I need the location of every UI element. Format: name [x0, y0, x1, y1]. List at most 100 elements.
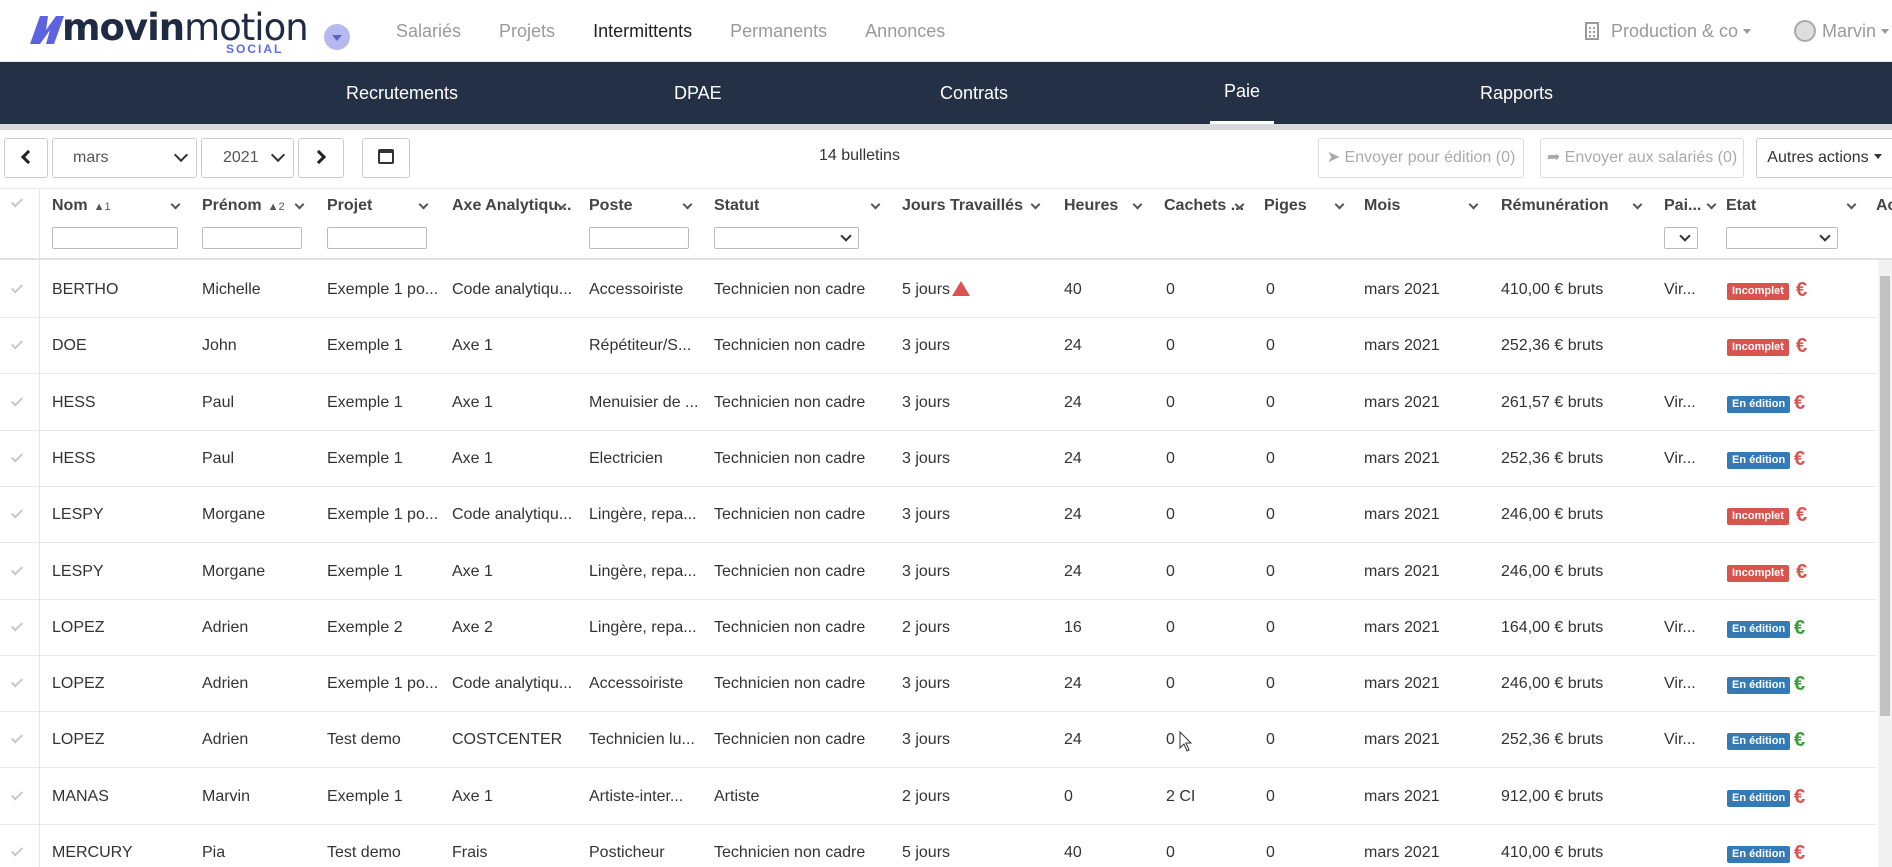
vertical-scrollbar[interactable] — [1878, 260, 1892, 867]
cell-axe: Code analytiqu... — [452, 281, 573, 298]
send-for-edition-button[interactable]: ➤ Envoyer pour édition (0) — [1318, 138, 1524, 178]
main-nav-item-0[interactable]: Salariés — [396, 0, 461, 62]
send-to-employees-button[interactable]: ➦ Envoyer aux salariés (0) — [1540, 138, 1744, 178]
cell-projet: Exemple 1 po... — [327, 506, 439, 524]
cell-heures: 16 — [1064, 618, 1082, 636]
company-selector[interactable]: Production & co — [1585, 0, 1752, 62]
statut-filter-select[interactable] — [714, 227, 859, 249]
cell-jours: 2 jours — [902, 787, 951, 805]
row-checkbox[interactable] — [10, 450, 24, 463]
row-checkbox[interactable] — [10, 562, 24, 576]
payment-euro-icon[interactable]: € — [1794, 600, 1805, 656]
cell-remuneration: 410,00 € bruts — [1501, 844, 1604, 861]
row-checkbox[interactable] — [10, 844, 24, 857]
main-nav-item-1[interactable]: Projets — [499, 0, 555, 62]
sub-nav-item-0[interactable]: Recrutements — [346, 62, 458, 124]
column-menu-chevron-icon[interactable] — [682, 199, 693, 210]
payment-euro-icon[interactable]: € — [1796, 262, 1807, 318]
column-menu-chevron-icon[interactable] — [1030, 199, 1041, 210]
row-checkbox[interactable] — [10, 281, 24, 294]
etat-filter-select[interactable] — [1726, 227, 1838, 249]
row-checkbox[interactable] — [10, 619, 24, 632]
cell-piges: 0 — [1266, 506, 1275, 524]
year-select[interactable]: 2021 — [201, 138, 294, 178]
table-row[interactable]: DOE John Exemple 1 Axe 1 Répétiteur/S... Tech… — [0, 318, 1876, 375]
row-checkbox[interactable] — [10, 788, 24, 801]
table-row[interactable]: LOPEZ Adrien Exemple 1 po... Code analytiqu… — [0, 656, 1876, 713]
prenom-filter-input[interactable] — [202, 227, 302, 249]
column-menu-chevron-icon[interactable] — [1334, 199, 1345, 210]
cell-mois: mars 2021 — [1364, 844, 1440, 861]
row-checkbox[interactable] — [10, 731, 24, 744]
row-checkbox[interactable] — [10, 675, 24, 688]
payment-euro-icon[interactable]: € — [1794, 431, 1805, 487]
sub-nav-item-3[interactable]: Paie — [1210, 62, 1275, 124]
main-nav-item-3[interactable]: Permanents — [730, 0, 827, 62]
table-row[interactable]: BERTHO Michelle Exemple 1 po... Code analyt… — [0, 262, 1876, 339]
column-menu-chevron-icon[interactable] — [294, 199, 305, 210]
sub-nav-item-2[interactable]: Contrats — [940, 62, 1008, 124]
column-menu-chevron-icon[interactable] — [1468, 199, 1479, 210]
cell-heures: 24 — [1064, 506, 1082, 524]
cell-statut: Technicien non cadre — [714, 281, 866, 298]
sub-nav-item-1[interactable]: DPAE — [674, 62, 722, 124]
payment-euro-icon[interactable]: € — [1794, 769, 1805, 825]
cell-projet: Exemple 1 — [327, 393, 403, 411]
cell-piges: 0 — [1266, 393, 1275, 411]
projet-filter-input[interactable] — [327, 227, 427, 249]
row-checkbox[interactable] — [10, 506, 24, 519]
cell-cachets: 0 — [1166, 562, 1175, 580]
table-row[interactable]: LESPY Morgane Exemple 1 po... Code analytiq… — [0, 487, 1876, 544]
cell-jours: 2 jours — [902, 618, 951, 636]
main-nav-item-2[interactable]: Intermittents — [593, 0, 692, 62]
cell-poste: Technicien lu... — [589, 731, 695, 749]
column-menu-chevron-icon[interactable] — [1132, 199, 1143, 210]
row-checkbox[interactable] — [10, 337, 24, 350]
calendar-button[interactable] — [362, 138, 410, 178]
payment-euro-icon[interactable]: € — [1796, 487, 1807, 543]
column-menu-chevron-icon[interactable] — [870, 199, 881, 210]
paiement-filter-select[interactable] — [1664, 227, 1698, 249]
column-menu-chevron-icon[interactable] — [418, 199, 429, 210]
column-menu-chevron-icon[interactable] — [1632, 199, 1643, 210]
cell-cachets: 0 — [1166, 618, 1175, 636]
cell-poste: Accessoiriste — [589, 281, 684, 298]
main-nav-item-4[interactable]: Annonces — [865, 0, 945, 62]
table-row[interactable]: HESS Paul Exemple 1 Axe 1 Electricien Technic… — [0, 431, 1876, 487]
user-menu[interactable]: Marvin — [1794, 0, 1890, 62]
payment-euro-icon[interactable]: € — [1796, 544, 1807, 600]
table-row[interactable]: HESS Paul Exemple 1 Axe 1 Menuisier de ... Te… — [0, 375, 1876, 431]
table-row[interactable]: MERCURY Pia Test demo Frais Posticheur Techni… — [0, 825, 1876, 867]
payment-euro-icon[interactable]: € — [1794, 825, 1805, 867]
scrollbar-thumb[interactable] — [1880, 276, 1890, 716]
cell-prenom: Morgane — [202, 562, 266, 580]
table-row[interactable]: LESPY Morgane Exemple 1 Axe 1 Lingère, repa.… — [0, 544, 1876, 600]
cell-prenom: Pia — [202, 844, 226, 861]
cell-mois: mars 2021 — [1364, 393, 1440, 411]
movinmotion-logo[interactable]: movinmotion SOCIAL — [28, 6, 309, 56]
status-badge: En édition — [1727, 677, 1791, 695]
other-actions-button[interactable]: Autres actions — [1756, 138, 1892, 178]
payment-euro-icon[interactable]: € — [1794, 712, 1805, 768]
month-select[interactable]: mars — [52, 138, 197, 178]
payment-euro-icon[interactable]: € — [1796, 318, 1807, 374]
cell-heures: 24 — [1064, 449, 1082, 467]
previous-month-button[interactable] — [4, 138, 48, 178]
cell-paiement: Vir... — [1664, 675, 1696, 693]
table-row[interactable]: LOPEZ Adrien Test demo COSTCENTER Technicien… — [0, 712, 1876, 769]
column-menu-chevron-icon[interactable] — [1706, 199, 1717, 210]
payment-euro-icon[interactable]: € — [1794, 375, 1805, 431]
column-menu-chevron-icon[interactable] — [170, 199, 181, 210]
column-menu-chevron-icon[interactable] — [1846, 199, 1857, 210]
nom-filter-input[interactable] — [52, 227, 178, 249]
sub-nav-item-4[interactable]: Rapports — [1480, 62, 1553, 124]
app-switcher-chevron-down-icon[interactable] — [324, 24, 350, 50]
cell-paiement: Vir... — [1664, 281, 1696, 298]
next-month-button[interactable] — [298, 138, 344, 178]
table-row[interactable]: MANAS Marvin Exemple 1 Axe 1 Artiste-inter..… — [0, 769, 1876, 825]
cell-heures: 0 — [1064, 787, 1073, 805]
poste-filter-input[interactable] — [589, 227, 689, 249]
row-checkbox[interactable] — [10, 394, 24, 407]
table-row[interactable]: LOPEZ Adrien Exemple 2 Axe 2 Lingère, repa..… — [0, 600, 1876, 656]
payment-euro-icon[interactable]: € — [1794, 656, 1805, 712]
